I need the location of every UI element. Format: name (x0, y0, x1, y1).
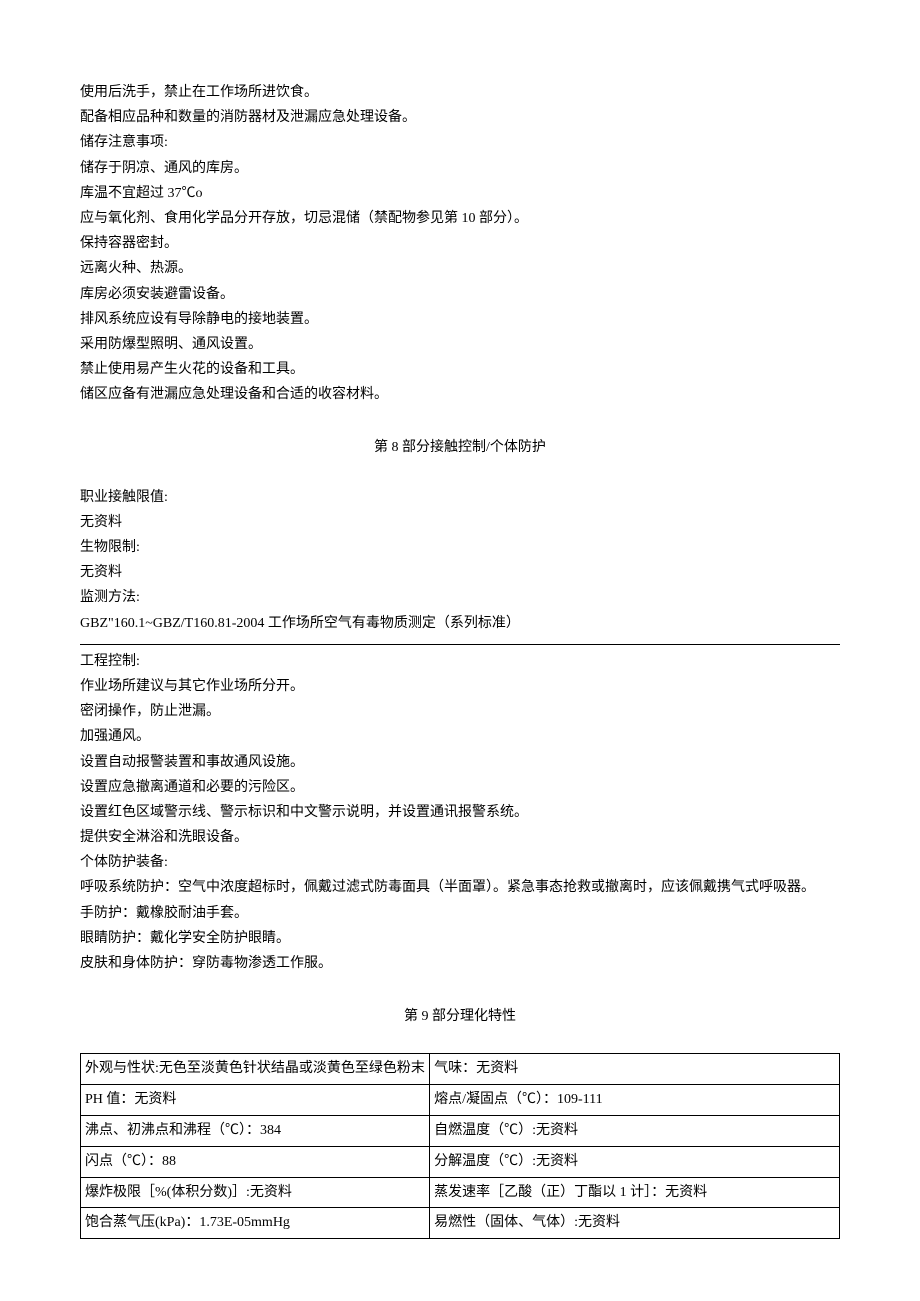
section-8-upper: 职业接触限值: 无资料 生物限制: 无资料 监测方法: GBZ"160.1~GB… (80, 485, 840, 636)
section-9-heading: 第 9 部分理化特性 (80, 1004, 840, 1029)
prop-cell: 沸点、初沸点和沸程（℃）：384 (81, 1115, 430, 1146)
s8-line: 密闭操作，防止泄漏。 (80, 699, 840, 724)
s8-line: 个体防护装备: (80, 850, 840, 875)
intro-line: 库房必须安装避雷设备。 (80, 282, 840, 307)
prop-cell: 分解温度（℃）:无资料 (430, 1146, 840, 1177)
s8-line: 设置应急撤离通道和必要的污险区。 (80, 775, 840, 800)
s8-line: 设置红色区域警示线、警示标识和中文警示说明，并设置通讯报警系统。 (80, 800, 840, 825)
prop-cell: 自燃温度（℃）:无资料 (430, 1115, 840, 1146)
s8-line: GBZ"160.1~GBZ/T160.81-2004 工作场所空气有毒物质测定（… (80, 611, 840, 636)
s8-line: 呼吸系统防护：空气中浓度超标时，佩戴过滤式防毒面具（半面罩）。紧急事态抢救或撤离… (80, 875, 840, 900)
section-8-heading: 第 8 部分接触控制/个体防护 (80, 435, 840, 460)
intro-line: 采用防爆型照明、通风设置。 (80, 332, 840, 357)
prop-cell: 易燃性（固体、气体）:无资料 (430, 1208, 840, 1239)
prop-cell: 外观与性状:无色至淡黄色针状结晶或淡黄色至绿色粉末 (81, 1054, 430, 1085)
intro-line: 保持容器密封。 (80, 231, 840, 256)
intro-line: 储区应备有泄漏应急处理设备和合适的收容材料。 (80, 382, 840, 407)
intro-line: 库温不宜超过 37℃o (80, 181, 840, 206)
s8-line: 工程控制: (80, 649, 840, 674)
intro-line: 排风系统应设有导除静电的接地装置。 (80, 307, 840, 332)
table-row: PH 值：无资料 熔点/凝固点（℃）：109-111 (81, 1085, 840, 1116)
intro-line: 远离火种、热源。 (80, 256, 840, 281)
prop-cell: 饱合蒸气压(kPa)：1.73E-05mmHg (81, 1208, 430, 1239)
s8-line: 皮肤和身体防护：穿防毒物渗透工作服。 (80, 951, 840, 976)
table-row: 外观与性状:无色至淡黄色针状结晶或淡黄色至绿色粉末 气味：无资料 (81, 1054, 840, 1085)
intro-block: 使用后洗手，禁止在工作场所进饮食。 配备相应品种和数量的消防器材及泄漏应急处理设… (80, 80, 840, 407)
properties-table: 外观与性状:无色至淡黄色针状结晶或淡黄色至绿色粉末 气味：无资料 PH 值：无资… (80, 1053, 840, 1239)
s8-line: 作业场所建议与其它作业场所分开。 (80, 674, 840, 699)
prop-cell: 蒸发速率［乙酸（正）丁酯以 1 计］：无资料 (430, 1177, 840, 1208)
intro-line: 使用后洗手，禁止在工作场所进饮食。 (80, 80, 840, 105)
table-row: 爆炸极限［%(体积分数)］:无资料 蒸发速率［乙酸（正）丁酯以 1 计］：无资料 (81, 1177, 840, 1208)
table-row: 沸点、初沸点和沸程（℃）：384 自燃温度（℃）:无资料 (81, 1115, 840, 1146)
intro-line: 配备相应品种和数量的消防器材及泄漏应急处理设备。 (80, 105, 840, 130)
intro-line: 禁止使用易产生火花的设备和工具。 (80, 357, 840, 382)
s8-line: 无资料 (80, 510, 840, 535)
s8-line: 无资料 (80, 560, 840, 585)
prop-cell: 熔点/凝固点（℃）：109-111 (430, 1085, 840, 1116)
section-8-lower: 工程控制: 作业场所建议与其它作业场所分开。 密闭操作，防止泄漏。 加强通风。 … (80, 649, 840, 976)
prop-cell: 闪点（℃）：88 (81, 1146, 430, 1177)
divider (80, 644, 840, 645)
prop-cell: 爆炸极限［%(体积分数)］:无资料 (81, 1177, 430, 1208)
intro-line: 应与氧化剂、食用化学品分开存放，切忌混储（禁配物参见第 10 部分）。 (80, 206, 840, 231)
s8-line: 加强通风。 (80, 724, 840, 749)
s8-line: 眼睛防护：戴化学安全防护眼睛。 (80, 926, 840, 951)
prop-cell: PH 值：无资料 (81, 1085, 430, 1116)
s8-line: 生物限制: (80, 535, 840, 560)
s8-line: 手防护：戴橡胶耐油手套。 (80, 901, 840, 926)
s8-line: 设置自动报警装置和事故通风设施。 (80, 750, 840, 775)
s8-line: 提供安全淋浴和洗眼设备。 (80, 825, 840, 850)
table-row: 闪点（℃）：88 分解温度（℃）:无资料 (81, 1146, 840, 1177)
intro-line: 储存于阴凉、通风的库房。 (80, 156, 840, 181)
table-row: 饱合蒸气压(kPa)：1.73E-05mmHg 易燃性（固体、气体）:无资料 (81, 1208, 840, 1239)
s8-line: 监测方法: (80, 585, 840, 610)
intro-line: 储存注意事项: (80, 130, 840, 155)
s8-line: 职业接触限值: (80, 485, 840, 510)
prop-cell: 气味：无资料 (430, 1054, 840, 1085)
